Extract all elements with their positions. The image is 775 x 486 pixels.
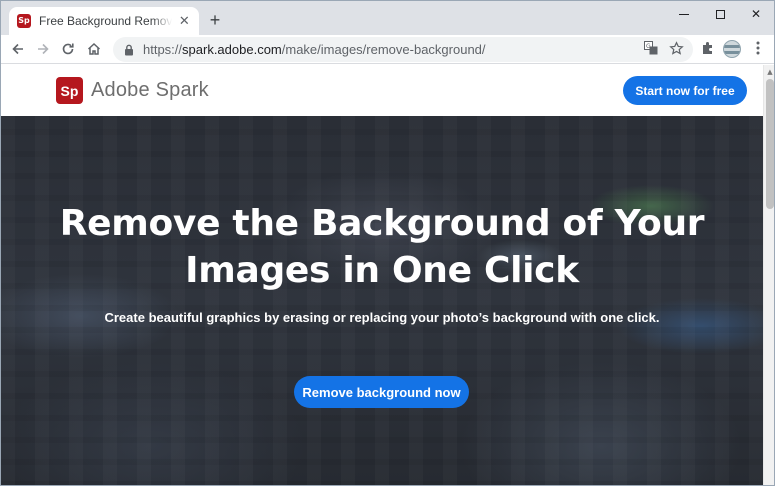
reload-icon[interactable] <box>57 38 79 60</box>
browser-window: Sp Free Background Remover: Remove Backg… <box>0 0 775 486</box>
home-icon[interactable] <box>83 38 105 60</box>
web-page: Sp Adobe Spark Start now for free Remove… <box>1 65 763 485</box>
brand-name: Adobe Spark <box>91 79 209 101</box>
arrow-left-icon[interactable] <box>7 38 29 60</box>
lock-icon[interactable] <box>123 44 135 56</box>
start-now-button[interactable]: Start now for free <box>623 76 747 105</box>
tab-strip: Sp Free Background Remover: Remove Backg… <box>1 1 774 35</box>
hero-banner: Remove the Background of Your Images in … <box>1 116 763 485</box>
kebab-menu-icon[interactable] <box>749 39 767 57</box>
hero-subtitle: Create beautiful graphics by erasing or … <box>104 310 660 325</box>
page-scrollbar[interactable]: ▲ <box>763 65 774 485</box>
browser-tab[interactable]: Sp Free Background Remover: Remove Backg… <box>9 7 199 35</box>
url-text: https://spark.adobe.com/make/images/remo… <box>143 42 486 57</box>
translate-icon[interactable]: G <box>642 39 660 57</box>
arrow-right-icon[interactable] <box>32 38 54 60</box>
remove-background-button[interactable]: Remove background now <box>294 376 469 408</box>
hero-title: Remove the Background of Your Images in … <box>59 203 705 291</box>
browser-toolbar: https://spark.adobe.com/make/images/remo… <box>1 35 774 64</box>
adobe-spark-favicon-icon: Sp <box>17 14 31 28</box>
scrollbar-thumb[interactable] <box>766 79 774 209</box>
site-header: Sp Adobe Spark Start now for free <box>1 65 763 116</box>
puzzle-icon[interactable] <box>699 39 717 57</box>
minimize-icon[interactable] <box>666 1 702 27</box>
scroll-up-icon[interactable]: ▲ <box>764 66 774 78</box>
spark-logo-icon: Sp <box>56 77 83 104</box>
maximize-icon[interactable] <box>702 1 738 27</box>
svg-text:G: G <box>646 43 651 50</box>
star-icon[interactable] <box>667 39 685 57</box>
new-tab-icon[interactable]: + <box>205 10 225 30</box>
tab-close-icon[interactable]: ✕ <box>178 13 191 29</box>
profile-avatar[interactable] <box>723 40 741 58</box>
window-close-icon[interactable]: ✕ <box>738 1 774 27</box>
brand-logo[interactable]: Sp Adobe Spark <box>56 77 209 104</box>
address-bar[interactable]: https://spark.adobe.com/make/images/remo… <box>113 37 693 62</box>
tab-title: Free Background Remover: Remove Backgrou… <box>39 14 172 28</box>
